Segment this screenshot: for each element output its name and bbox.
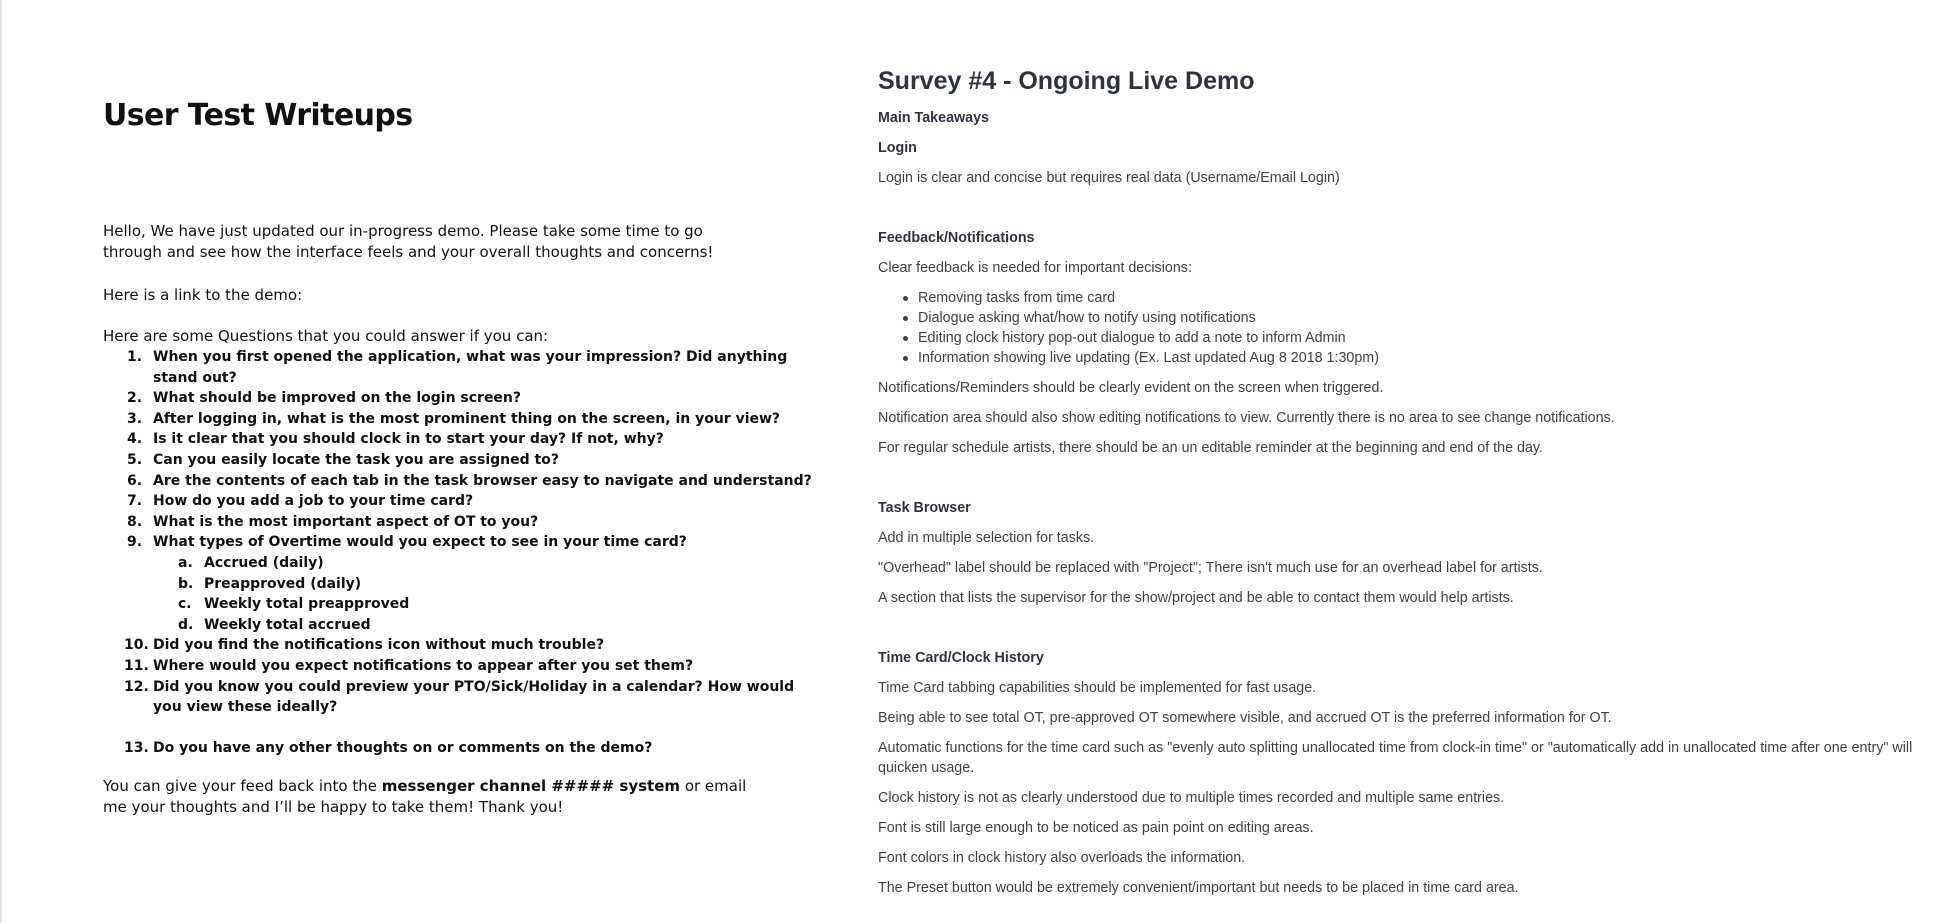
page-edge <box>0 0 2 923</box>
login-text: Login is clear and concise but requires … <box>878 170 1340 186</box>
list-item: 7. How do you add a job to your time card… <box>103 491 813 512</box>
list-item: 10. Did you find the notifications icon w… <box>103 635 813 656</box>
list-item: 8. What is the most important aspect of O… <box>103 512 813 533</box>
question-text: Are the contents of each tab in the task… <box>153 472 812 489</box>
list-item: 13. Do you have any other thoughts on or … <box>103 738 813 759</box>
task-note: Add in multiple selection for tasks. <box>878 530 1095 546</box>
login-heading: Login <box>878 140 917 156</box>
overtime-options-list: a. Accrued (daily) b. Preapproved (daily) … <box>153 553 813 635</box>
list-item: 1. When you first opened the application,… <box>103 347 813 388</box>
task-browser-heading: Task Browser <box>878 500 971 516</box>
list-item: 11. Where would you expect notifications … <box>103 656 813 677</box>
question-text: Did you know you could preview your PTO/… <box>153 678 795 716</box>
item-number: 5. <box>127 451 143 468</box>
item-number: 2. <box>127 390 143 407</box>
list-item: 3. After logging in, what is the most pro… <box>103 409 813 430</box>
bullet-item: Removing tasks from time card <box>903 288 1379 308</box>
option-text: Weekly total preapproved <box>204 596 410 613</box>
question-text: Can you easily locate the task you are a… <box>153 451 559 468</box>
option-text: Accrued (daily) <box>204 554 324 571</box>
task-note: "Overhead" label should be replaced with… <box>878 560 1543 576</box>
list-item: b. Preapproved (daily) <box>103 574 813 595</box>
feedback-note: For regular schedule artists, there shou… <box>878 440 1543 456</box>
question-text: How do you add a job to your time card? <box>153 493 474 510</box>
list-item: 6. Are the contents of each tab in the ta… <box>103 471 813 492</box>
question-text: After logging in, what is the most promi… <box>153 410 781 427</box>
item-letter: a. <box>178 554 193 571</box>
main-takeaways-heading: Main Takeaways <box>878 110 989 126</box>
item-number: 11. <box>124 657 149 674</box>
list-item: 9. What types of Overtime would you expec… <box>103 532 813 635</box>
question-text: Did you find the notifications icon with… <box>153 637 605 654</box>
outro-text: You can give your feed back into the <box>103 777 382 795</box>
item-number: 10. <box>124 637 149 654</box>
list-item: a. Accrued (daily) <box>103 553 813 574</box>
survey-title: Survey #4 - Ongoing Live Demo <box>878 67 1255 95</box>
messenger-channel-text: messenger channel ##### system <box>381 777 681 795</box>
item-number: 7. <box>127 493 143 510</box>
time-card-note: Time Card tabbing capabilities should be… <box>878 680 1317 696</box>
questions-list: 1. When you first opened the application,… <box>103 347 813 758</box>
demo-link-line: Here is a link to the demo: <box>103 286 303 304</box>
feedback-note: Notification area should also show editi… <box>878 410 1615 426</box>
question-text: Where would you expect notifications to … <box>153 657 694 674</box>
list-item: c. Weekly total preapproved <box>103 594 813 615</box>
item-number: 1. <box>127 349 143 365</box>
question-text: Do you have any other thoughts on or com… <box>153 739 653 756</box>
item-number: 3. <box>127 410 143 427</box>
list-item: 12. Did you know you could preview your P… <box>103 677 813 718</box>
item-letter: d. <box>178 616 194 633</box>
feedback-note: Notifications/Reminders should be clearl… <box>878 380 1384 396</box>
bullet-item: Information showing live updating (Ex. L… <box>903 350 1379 366</box>
option-text: Weekly total accrued <box>204 616 371 633</box>
option-text: Preapproved (daily) <box>204 575 362 592</box>
page-title: User Test Writeups <box>103 98 413 133</box>
item-letter: c. <box>178 596 192 613</box>
time-card-note: The Preset button would be extremely con… <box>878 880 1519 896</box>
item-number: 9. <box>127 534 143 551</box>
list-item: 2. What should be improved on the login s… <box>103 388 813 409</box>
time-card-note: Font is still large enough to be noticed… <box>878 820 1314 836</box>
item-number: 4. <box>127 431 143 448</box>
item-number: 6. <box>127 472 143 489</box>
intro-paragraph: Hello, We have just updated our in-progr… <box>103 222 714 261</box>
task-note: A section that lists the supervisor for … <box>878 590 1514 606</box>
feedback-intro: Clear feedback is needed for important d… <box>878 260 1192 276</box>
time-card-note: Clock history is not as clearly understo… <box>878 790 1505 806</box>
time-card-note: Font colors in clock history also overlo… <box>878 850 1246 866</box>
question-text: What should be improved on the login scr… <box>153 390 522 407</box>
question-text: Is it clear that you should clock in to … <box>153 431 664 448</box>
item-number: 8. <box>127 513 143 530</box>
time-card-note: Automatic functions for the time card su… <box>878 740 1913 776</box>
feedback-heading: Feedback/Notifications <box>878 230 1035 246</box>
question-text: What types of Overtime would you expect … <box>153 534 687 551</box>
item-number: 13. <box>124 739 149 756</box>
list-item: d. Weekly total accrued <box>103 615 813 636</box>
time-card-note: Being able to see total OT, pre-approved… <box>878 710 1612 726</box>
item-letter: b. <box>178 575 194 592</box>
feedback-bullet-list: Removing tasks from time card Dialogue a… <box>903 288 1379 368</box>
item-number: 12. <box>124 678 149 695</box>
bullet-item: Dialogue asking what/how to notify using… <box>903 308 1379 328</box>
questions-intro: Here are some Questions that you could a… <box>103 327 549 345</box>
list-item: 5. Can you easily locate the task you are… <box>103 450 813 471</box>
list-item: 4. Is it clear that you should clock in t… <box>103 429 813 450</box>
question-text: When you first opened the application, w… <box>153 349 788 386</box>
outro-paragraph: You can give your feed back into the mes… <box>103 776 763 818</box>
question-text: What is the most important aspect of OT … <box>153 513 539 530</box>
bullet-item: Editing clock history pop-out dialogue t… <box>903 328 1379 348</box>
time-card-heading: Time Card/Clock History <box>878 650 1044 666</box>
